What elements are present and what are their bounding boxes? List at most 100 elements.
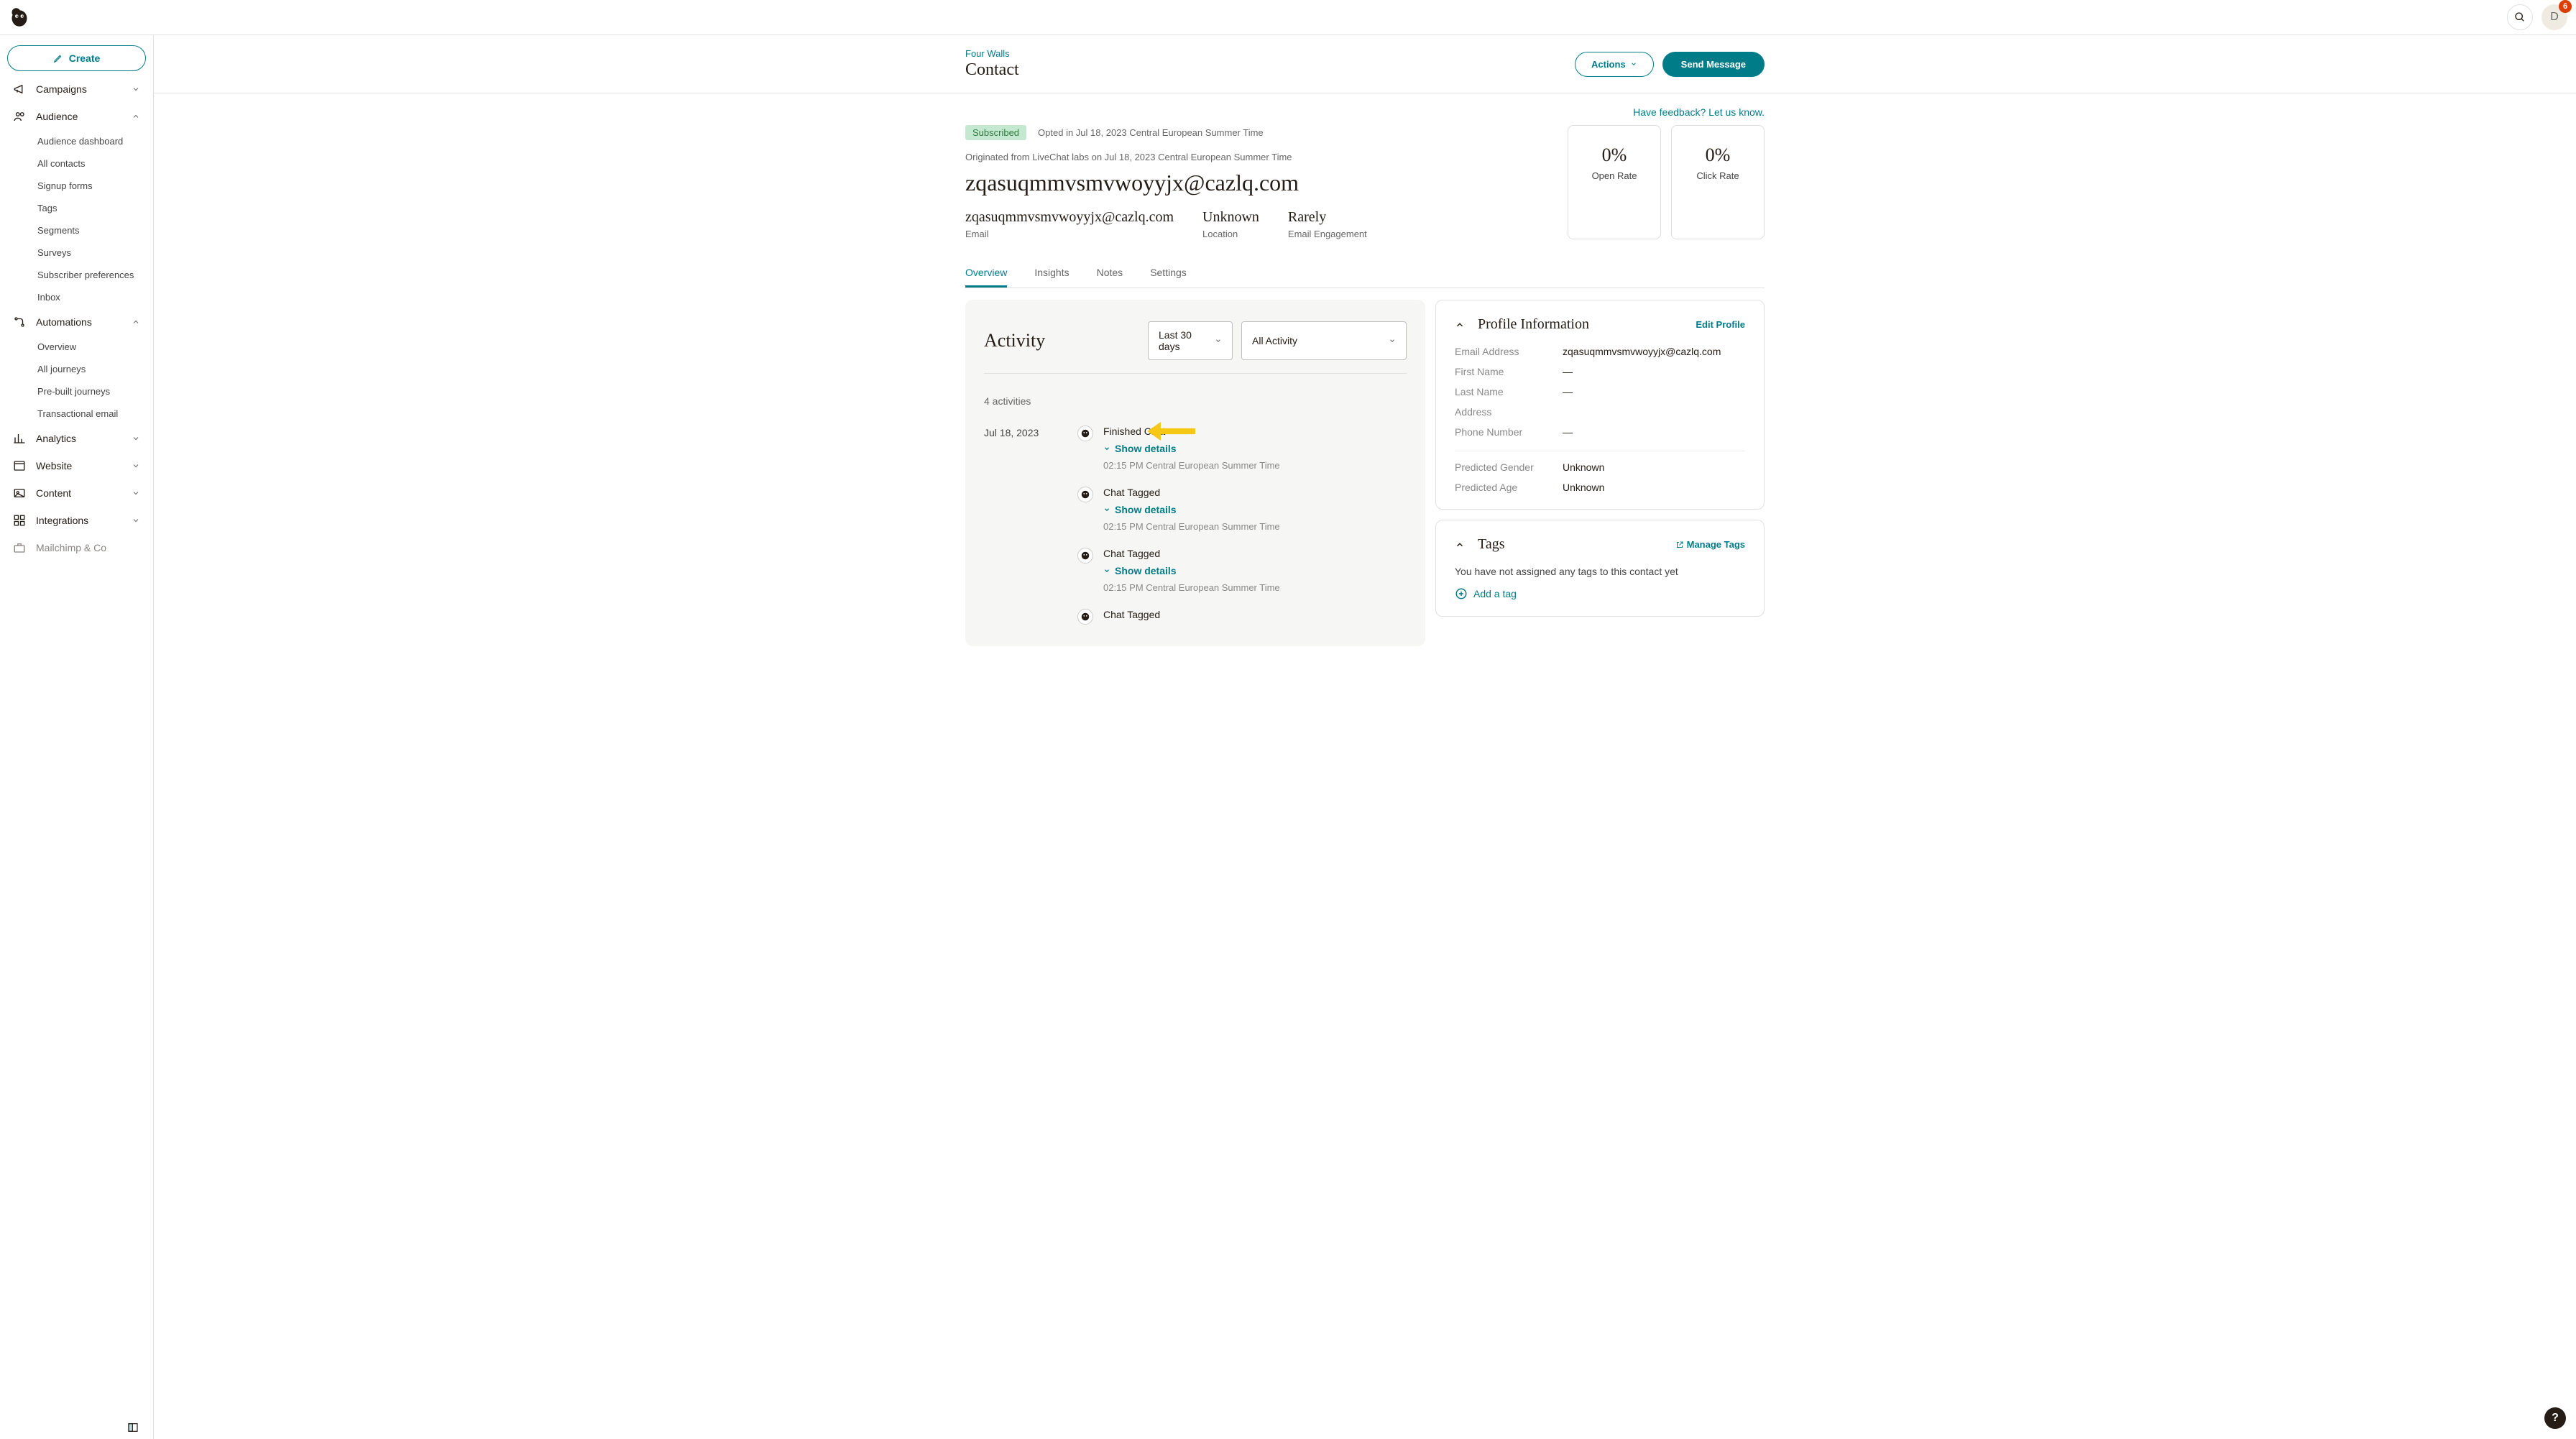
manage-tags-label: Manage Tags [1687, 539, 1745, 550]
timeline-event: Chat Tagged Show details 02:15 PM Centra… [1077, 548, 1407, 593]
add-tag-label: Add a tag [1473, 588, 1517, 599]
chevron-down-icon [132, 461, 140, 470]
briefcase-icon [13, 541, 26, 554]
meta-location-val: Unknown [1202, 209, 1259, 226]
sidebar-label: Automations [36, 316, 92, 328]
event-title: Chat Tagged [1103, 548, 1280, 559]
freddie-icon [1077, 426, 1093, 441]
logo[interactable] [9, 6, 30, 28]
sidebar-item-campaigns[interactable]: Campaigns [7, 75, 146, 103]
sidebar-item-integrations[interactable]: Integrations [7, 507, 146, 534]
sidebar-label: Analytics [36, 433, 76, 444]
chevron-down-icon [1630, 60, 1637, 68]
chevron-down-icon [132, 516, 140, 525]
sidebar-label: Content [36, 487, 71, 499]
timeline-event: Chat Tagged Show details 02:15 PM Centra… [1077, 487, 1407, 532]
window-icon [13, 459, 26, 472]
freddie-icon [1077, 548, 1093, 564]
sidebar-item-mailchimp-co[interactable]: Mailchimp & Co [7, 534, 146, 561]
profile-heading: Profile Information [1478, 316, 1589, 333]
contact-email-heading: zqasuqmmvsmvwoyyjx@cazlq.com [965, 170, 1546, 196]
sidebar-sub-inbox[interactable]: Inbox [7, 286, 146, 308]
meta-engagement-lbl: Email Engagement [1288, 229, 1367, 239]
send-message-button[interactable]: Send Message [1662, 52, 1765, 77]
add-tag[interactable]: Add a tag [1455, 587, 1745, 600]
sidebar-item-website[interactable]: Website [7, 452, 146, 479]
activity-panel: Activity Last 30 days All Activity [965, 300, 1425, 646]
tab-insights[interactable]: Insights [1034, 259, 1069, 288]
originated-text: Originated from LiveChat labs on Jul 18,… [965, 152, 1292, 162]
profile-card: Profile Information Edit Profile Email A… [1435, 300, 1765, 510]
sidebar-sub-tags[interactable]: Tags [7, 197, 146, 219]
sidebar-sub-all-journeys[interactable]: All journeys [7, 358, 146, 380]
external-icon [1675, 541, 1684, 549]
chevron-down-icon [1103, 567, 1110, 574]
avatar[interactable]: D 6 [2542, 4, 2567, 30]
sidebar-sub-surveys[interactable]: Surveys [7, 242, 146, 264]
timeline-date: Jul 18, 2023 [984, 426, 1077, 625]
sidebar-label: Integrations [36, 515, 88, 526]
sidebar-sub-segments[interactable]: Segments [7, 219, 146, 242]
sidebar-label: Audience [36, 111, 78, 122]
help-button[interactable]: ? [2544, 1407, 2566, 1429]
info-val: zqasuqmmvsmvwoyyjx@cazlq.com [1563, 346, 1745, 357]
chevron-up-icon[interactable] [1455, 540, 1465, 550]
chevron-down-icon [1389, 337, 1396, 344]
filter-type[interactable]: All Activity [1241, 321, 1407, 360]
chevron-up-icon[interactable] [1455, 320, 1465, 330]
sidebar-sub-transactional-email[interactable]: Transactional email [7, 403, 146, 425]
click-rate-card: 0% Click Rate [1671, 125, 1765, 239]
info-val: — [1563, 366, 1745, 377]
tags-heading: Tags [1478, 536, 1504, 553]
sidebar-sub-overview[interactable]: Overview [7, 336, 146, 358]
path-icon [13, 316, 26, 328]
edit-profile[interactable]: Edit Profile [1696, 319, 1745, 330]
sidebar-item-analytics[interactable]: Analytics [7, 425, 146, 452]
chevron-down-icon [1103, 506, 1110, 513]
annotation-arrow [1142, 417, 1195, 449]
sidebar-sub-subscriber-prefs[interactable]: Subscriber preferences [7, 264, 146, 286]
sidebar-sub-signup-forms[interactable]: Signup forms [7, 175, 146, 197]
tab-settings[interactable]: Settings [1150, 259, 1187, 288]
actions-button[interactable]: Actions [1575, 52, 1654, 77]
sidebar-sub-prebuilt-journeys[interactable]: Pre-built journeys [7, 380, 146, 403]
create-button[interactable]: Create [7, 45, 146, 71]
info-val [1563, 406, 1745, 418]
actions-label: Actions [1591, 59, 1626, 70]
show-details[interactable]: Show details [1103, 565, 1280, 576]
meta-location-lbl: Location [1202, 229, 1259, 239]
tab-overview[interactable]: Overview [965, 259, 1007, 288]
bars-icon [13, 432, 26, 445]
status-badge: Subscribed [965, 125, 1026, 140]
people-icon [13, 110, 26, 123]
info-key: Last Name [1455, 386, 1563, 397]
sidebar-collapse[interactable] [7, 1416, 146, 1439]
tags-empty-text: You have not assigned any tags to this c… [1455, 566, 1745, 577]
tabs: Overview Insights Notes Settings [965, 259, 1765, 288]
filter-range-label: Last 30 days [1159, 329, 1215, 352]
sidebar-label: Mailchimp & Co [36, 542, 106, 553]
feedback-link[interactable]: Have feedback? Let us know. [1633, 106, 1765, 118]
show-details[interactable]: Show details [1103, 504, 1280, 515]
sidebar-item-content[interactable]: Content [7, 479, 146, 507]
open-rate-card: 0% Open Rate [1568, 125, 1661, 239]
filter-range[interactable]: Last 30 days [1148, 321, 1233, 360]
sidebar-item-audience[interactable]: Audience [7, 103, 146, 130]
breadcrumb[interactable]: Four Walls [965, 48, 1019, 59]
event-title: Chat Tagged [1103, 609, 1160, 620]
manage-tags[interactable]: Manage Tags [1675, 539, 1745, 550]
sidebar-sub-all-contacts[interactable]: All contacts [7, 152, 146, 175]
chevron-down-icon [132, 85, 140, 93]
click-rate-lbl: Click Rate [1692, 170, 1744, 181]
sidebar-sub-audience-dashboard[interactable]: Audience dashboard [7, 130, 146, 152]
plus-circle-icon [1455, 587, 1468, 600]
meta-email-lbl: Email [965, 229, 1174, 239]
opted-text: Opted in Jul 18, 2023 Central European S… [1038, 127, 1264, 138]
notification-badge: 6 [2559, 0, 2572, 13]
chevron-down-icon [1215, 337, 1222, 344]
meta-engagement-val: Rarely [1288, 209, 1367, 226]
sidebar-item-automations[interactable]: Automations [7, 308, 146, 336]
info-val: Unknown [1563, 482, 1745, 493]
tab-notes[interactable]: Notes [1097, 259, 1123, 288]
search-button[interactable] [2507, 4, 2533, 30]
